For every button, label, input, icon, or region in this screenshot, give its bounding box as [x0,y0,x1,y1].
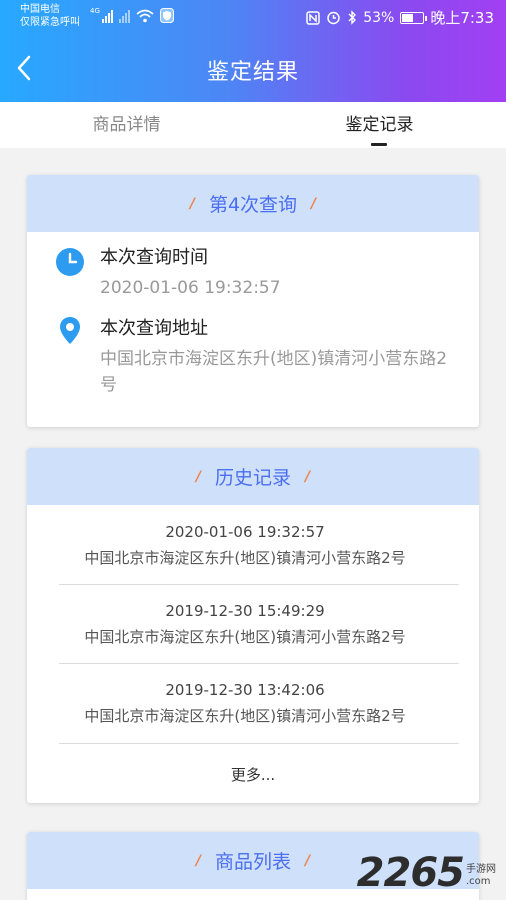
battery-percent: 53% [363,9,395,26]
history-item-time: 2020-01-06 19:32:57 [165,523,325,541]
signal-bars-2-icon [118,9,130,23]
app-header: 中国电信 仅限紧急呼叫 4G 53% 晚上7:33 鉴定结果 [0,0,506,102]
decor-slash-right: / [305,852,311,869]
tab-bar: 商品详情 鉴定记录 [0,102,506,148]
battery-icon [400,11,428,24]
clock-time: 晚上7:33 [430,9,494,27]
nfc-icon [306,10,320,25]
history-item-address: 中国北京市海淀区东升(地区)镇清河小营东路2号 [84,707,406,725]
alarm-icon [327,11,340,25]
bluetooth-icon [348,10,357,25]
products-card-title: 商品列表 [214,851,291,873]
query-address-row: 本次查询地址 中国北京市海淀区东升(地区)镇清河小营东路2号 [55,315,447,395]
wifi-icon [136,9,154,23]
history-divider [59,584,459,585]
decor-slash-right: / [305,468,311,485]
history-card-title: 历史记录 [214,467,291,489]
history-card: / 历史记录 / 2020-01-06 19:32:57 中国北京市海淀区东升(… [27,448,479,803]
history-item: 2020-01-06 19:32:57 中国北京市海淀区东升(地区)镇清河小营东… [59,522,431,568]
signal-bars-icon [101,9,113,23]
query-card-header: / 第4次查询 / [27,175,479,232]
history-item-address: 中国北京市海淀区东升(地区)镇清河小营东路2号 [84,549,406,567]
shield-app-icon [159,8,174,23]
nav-bar: 鉴定结果 [0,40,506,98]
query-time-value: 2020-01-06 19:32:57 [100,278,281,298]
page-title: 鉴定结果 [206,60,299,85]
carrier-status: 仅限紧急呼叫 [20,17,80,28]
carrier-info: 中国电信 仅限紧急呼叫 [20,3,80,29]
decor-slash-left: / [195,468,201,485]
query-time-label: 本次查询时间 [100,247,208,268]
watermark-side: 手游网 .com [466,864,496,888]
query-address-label: 本次查询地址 [100,318,208,339]
history-divider [59,663,459,664]
query-address-text: 本次查询地址 中国北京市海淀区东升(地区)镇清河小营东路2号 [100,316,460,398]
network-type: 4G [90,7,100,15]
query-address-value: 中国北京市海淀区东升(地区)镇清河小营东路2号 [100,349,448,395]
watermark-side-top: 手游网 [466,864,496,875]
tab-verification-records[interactable]: 鉴定记录 [253,102,506,148]
history-item-time: 2019-12-30 15:49:29 [165,602,325,620]
signal-indicators: 4G [90,8,174,23]
status-right: 53% 晚上7:33 [306,7,494,28]
site-watermark-logo: 2265 手游网 .com [357,850,496,896]
history-item: 2019-12-30 15:49:29 中国北京市海淀区东升(地区)镇清河小营东… [59,601,431,647]
decor-slash-right: / [311,195,317,212]
history-card-header: / 历史记录 / [27,448,479,505]
clock-icon [56,248,84,276]
more-history-link[interactable]: 更多... [27,764,479,785]
history-divider [59,743,459,744]
watermark-number: 2265 [356,850,465,896]
query-card-title: 第4次查询 [208,194,298,216]
tab-active-indicator [371,143,387,146]
location-pin-icon [60,317,80,344]
watermark-side-bottom: .com [466,876,491,887]
tab-product-details[interactable]: 商品详情 [0,102,253,148]
decor-slash-left: / [189,195,195,212]
query-time-row: 本次查询时间 2020-01-06 19:32:57 [55,247,281,298]
query-time-text: 本次查询时间 2020-01-06 19:32:57 [100,245,460,301]
status-bar: 中国电信 仅限紧急呼叫 4G 53% 晚上7:33 [0,0,506,34]
history-item-time: 2019-12-30 13:42:06 [165,681,325,699]
current-query-card: / 第4次查询 / 本次查询时间 2020-01-06 19:32:57 本次查… [27,175,479,427]
history-item-address: 中国北京市海淀区东升(地区)镇清河小营东路2号 [84,628,406,646]
carrier-name: 中国电信 [20,4,60,15]
history-item: 2019-12-30 13:42:06 中国北京市海淀区东升(地区)镇清河小营东… [59,680,431,726]
decor-slash-left: / [195,852,201,869]
